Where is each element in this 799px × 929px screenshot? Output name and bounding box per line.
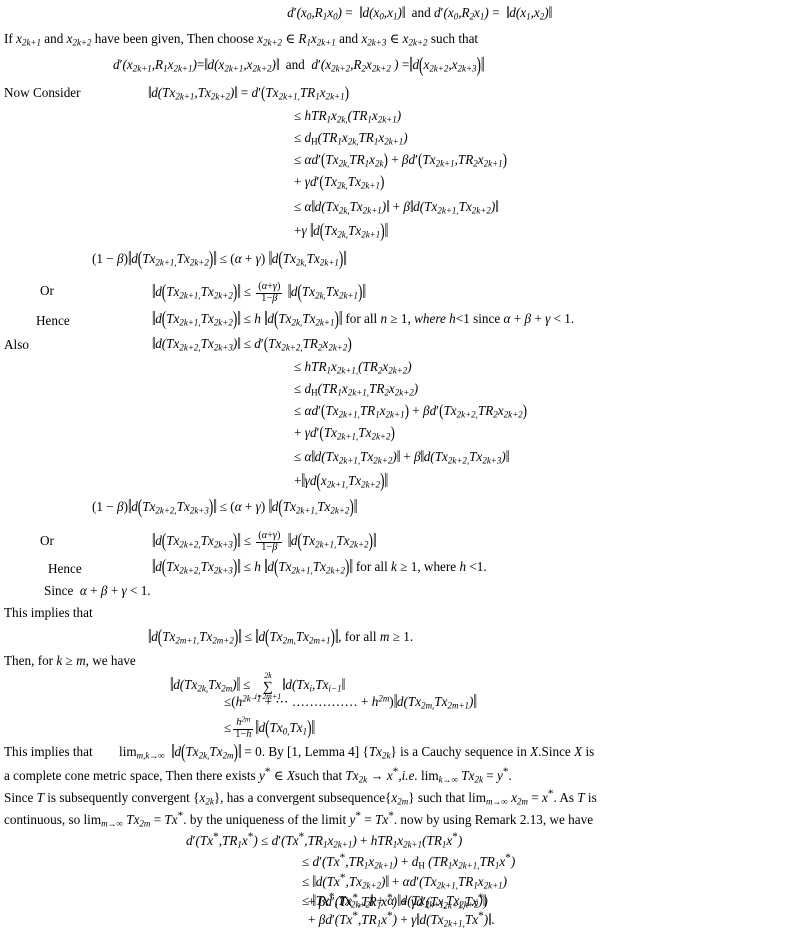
citation-ref: [1, Lemma 4]: [287, 744, 360, 759]
equation-line-9: ≤ α‖d(Tx2k,Tx2k+1)‖ + β‖d(Tx2k+1,Tx2k+2)…: [294, 197, 499, 216]
equation-line-8: + γd′(Tx2k,Tx2k+1): [294, 172, 385, 191]
label-hence-2: Hence: [48, 562, 82, 575]
equation-line-16: ≤ dH(TR1x2k+1,TR2x2k+2): [294, 381, 419, 398]
then-for-k-line: Then, for k ≥ m, we have: [4, 653, 136, 668]
equation-line-21: (1 − β)‖d(Tx2k+2,Tx2k+3)‖ ≤ (α + γ) ‖d(T…: [92, 495, 358, 518]
fraction-h2m-1h: h2m 1−h: [233, 714, 254, 740]
equation-line-24: Since α + β + γ < 1.: [44, 583, 151, 598]
equation-line-13: ‖d(Tx2k+1,Tx2k+2)‖ ≤ h ‖d(Tx2k,Tx2k+1)‖ …: [152, 307, 575, 330]
or-label-2: Or: [40, 533, 54, 548]
equation-line-23: ‖d(Tx2k+2,Tx2k+3)‖ ≤ h ‖d(Tx2k+1,Tx2k+2)…: [152, 555, 487, 578]
hence-label-1: Hence: [36, 313, 70, 328]
equation-line-17: ≤ αd′(Tx2k+1,TR1x2k+1) + βd′(Tx2k+2,TR2x…: [294, 401, 528, 420]
fraction-alpha-gamma-1: (α+γ) 1−β: [256, 281, 283, 304]
equation-line-15: ≤ hTR1x2k+1,(TR2x2k+2): [294, 359, 412, 376]
label-or-2: Or: [40, 534, 54, 547]
equation-line-4: ‖d(Tx2k+1,Tx2k+2)‖ = d′(Tx2k+1,TR1x2k+1): [148, 83, 349, 102]
equation-line-38: + βd′(Tx*,TR1x*) + γd′(Tx2k+1,Tx*): [308, 892, 488, 911]
now-consider-label: Now Consider: [4, 85, 81, 100]
equation-line-14: ‖d(Tx2k+2,Tx2k+3)‖ ≤ d′(Tx2k+2,TR2x2k+2): [152, 334, 352, 353]
equation-line-20: +‖γd(x2k+1,Tx2k+2)‖: [294, 469, 388, 492]
this-implies-label-2: This implies that: [4, 744, 93, 759]
equation-line-37: ≤ ‖d(Tx*,Tx2k+2)‖ + αd′(Tx2k+1,TR1x2k+1): [302, 872, 508, 891]
equation-line-29: ≤(h2k−1 + ⋯ …………… + h2m)‖d(Tx2m,Tx2m+1)‖: [224, 690, 477, 713]
fraction-alpha-gamma-2: (α+γ) 1−β: [256, 530, 283, 553]
equation-line-19: ≤ α‖d(Tx2k+1,Tx2k+2)‖ + β‖d(Tx2k+2,Tx2k+…: [294, 447, 509, 466]
equation-line-3: d′(x2k+1,R1x2k+1)=‖d(x2k+1,x2k+2)‖ and d…: [113, 52, 485, 77]
equation-line-32: a complete cone metric space, Then there…: [4, 766, 512, 785]
also-label: Also: [4, 337, 29, 352]
equation-line-18: + γd′(Tx2k+1,Tx2k+2): [294, 423, 395, 442]
this-implies-label-1: This implies that: [4, 605, 93, 620]
since-label: Since: [44, 583, 74, 598]
hence-label-2: Hence: [48, 561, 82, 576]
this-implies-that-1: This implies that: [4, 606, 93, 619]
or-label-1: Or: [40, 283, 54, 298]
equation-line-2: If x2k+1 and x2k+2 have been given, Then…: [4, 31, 479, 48]
equation-line-7: ≤ αd′(Tx2k,TR1x2k) + βd′(Tx2k+1,TR2x2k+1…: [294, 150, 508, 169]
label-hence-1: Hence: [36, 314, 70, 327]
equation-line-39b: .: [302, 891, 305, 904]
equation-line-31: This implies that limm,k→∞ ‖d(Tx2k,Tx2m)…: [4, 740, 595, 763]
equation-line-11: (1 − β)‖d(Tx2k+1,Tx2k+2)‖ ≤ (α + γ) ‖d(T…: [92, 247, 347, 270]
equation-line-30: ≤ h2m 1−h ‖d(Tx0,Tx1)‖: [224, 714, 315, 740]
equation-line-33: Since T is subsequently convergent {x2k}…: [4, 788, 597, 807]
equation-line-6: ≤ dH(TR1x2k,TR1x2k+1): [294, 130, 408, 147]
equation-line-34: continuous, so limm→∞ Tx2m = Tx*. by the…: [4, 810, 594, 829]
equation-line-5: ≤ hTR1x2k,(TR1x2k+1): [294, 108, 402, 125]
remark-ref: Remark 2.13: [474, 812, 543, 828]
equation-line-36: ≤ d′(Tx*,TR1x2k+1) + dH (TR1x2k+1,TR1x*): [302, 852, 516, 871]
equation-line-10: +γ ‖d(Tx2k,Tx2k+1)‖: [294, 219, 388, 242]
label-also: Also: [4, 338, 29, 351]
label-or-1: Or: [40, 284, 54, 297]
equation-line-1: d′(x0,R1x0) = ‖d(x0,x1)‖ and d′(x0,R2x1)…: [287, 3, 552, 22]
document-page: d′(x0,R1x0) = ‖d(x0,x1)‖ and d′(x0,R2x1)…: [0, 0, 799, 926]
equation-line-26: ‖d(Tx2m+1,Tx2m+2)‖ ≤ ‖d(Tx2m,Tx2m+1)‖, f…: [148, 625, 414, 648]
equation-line-35: d′(Tx*,TR1x*) ≤ d′(Tx*,TR1x2k+1) + hTR1x…: [186, 831, 463, 850]
label-now-consider: Now Consider: [4, 86, 81, 99]
equation-line-12: ‖d(Tx2k+1,Tx2k+2)‖ ≤ (α+γ) 1−β ‖d(Tx2k,Tx…: [152, 280, 366, 304]
equation-line-22: ‖d(Tx2k+2,Tx2k+3)‖ ≤ (α+γ) 1−β ‖d(Tx2k+1,…: [152, 529, 377, 553]
